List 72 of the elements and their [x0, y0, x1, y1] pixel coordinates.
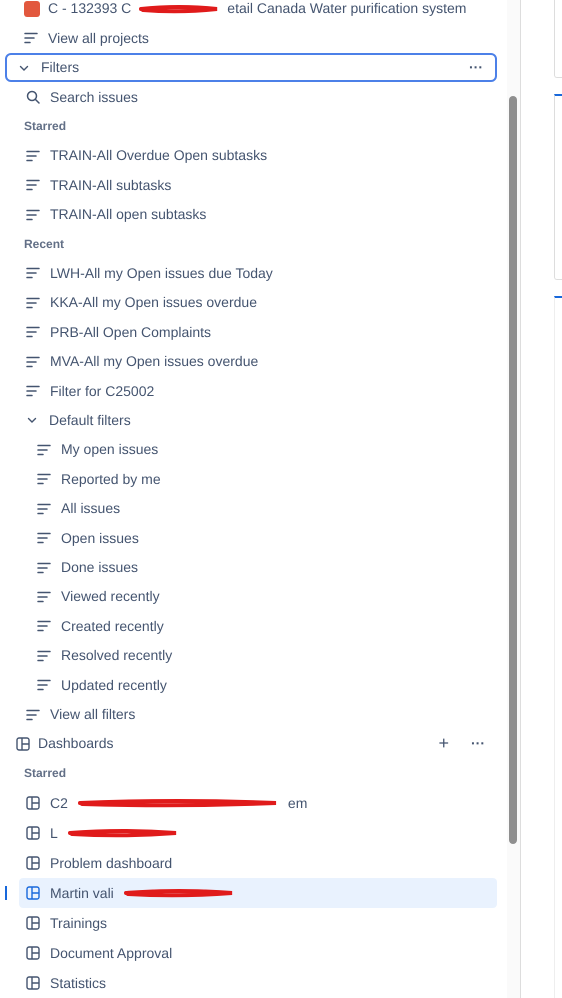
filter-item[interactable]: Filter for C25002 — [5, 376, 497, 406]
dashboard-icon — [26, 856, 40, 870]
default-filters-toggle[interactable]: Default filters — [5, 406, 497, 436]
filter-item[interactable]: Open issues — [5, 523, 497, 553]
filter-lines-icon — [26, 208, 40, 221]
filter-lines-icon — [37, 444, 51, 456]
search-icon — [26, 90, 40, 104]
filter-item[interactable]: PRB-All Open Complaints — [5, 318, 497, 347]
section-heading: Starred — [24, 765, 66, 782]
dashboard-icon — [26, 916, 40, 930]
dashboard-icon — [26, 976, 40, 990]
view-all-filters-link[interactable]: View all filters — [5, 700, 497, 730]
filter-lines-icon — [37, 502, 51, 515]
filter-lines-icon — [37, 650, 51, 662]
filter-lines-icon — [37, 590, 51, 603]
filter-item[interactable]: Created recently — [5, 612, 497, 642]
section-heading: Starred — [24, 118, 66, 136]
filter-lines-icon — [37, 620, 51, 632]
filter-item[interactable]: MVA-All my Open issues overdue — [5, 346, 497, 376]
dashboard-item[interactable]: Martin vali — [19, 878, 497, 908]
project-avatar-icon — [24, 0, 40, 17]
dashboards-title: Dashboards — [38, 734, 114, 754]
filter-lines-icon — [26, 708, 40, 721]
view-all-projects-link[interactable]: View all projects — [5, 23, 497, 53]
filter-lines-icon — [26, 150, 40, 162]
project-item[interactable]: C - 132393 C etail Canada Water purification system — [5, 0, 497, 24]
filter-lines-icon — [37, 562, 51, 574]
filter-item[interactable]: KKA-All my Open issues overdue — [5, 288, 497, 318]
dashboard-item[interactable]: Document Approval — [19, 938, 497, 968]
add-button[interactable]: + — [438, 730, 449, 758]
filter-lines-icon — [26, 385, 40, 398]
selection-indicator — [5, 886, 7, 900]
filter-item[interactable]: My open issues — [5, 435, 497, 465]
dashboard-icon — [26, 796, 40, 810]
section-heading: Recent — [24, 236, 64, 254]
dashboard-icon — [26, 946, 40, 960]
filter-lines-icon — [26, 179, 40, 192]
search-issues-link[interactable]: Search issues — [5, 82, 497, 112]
filter-item[interactable]: Updated recently — [5, 670, 497, 700]
filters-header[interactable]: Filters ··· — [5, 52, 497, 82]
filter-item[interactable]: TRAIN-All open subtasks — [5, 200, 497, 230]
filters-title: Filters — [41, 58, 80, 78]
filter-item[interactable]: LWH-All my Open issues due Today — [5, 258, 497, 288]
dashboard-icon — [26, 826, 40, 840]
dashboard-item[interactable]: C2 em — [19, 788, 497, 818]
dashboard-item[interactable]: Statistics — [19, 968, 497, 998]
filter-lines-icon — [37, 473, 51, 486]
project-name: etail Canada Water purification system — [227, 0, 466, 18]
filter-lines-icon — [26, 326, 40, 338]
dashboard-item[interactable]: Problem dashboard — [19, 848, 497, 878]
filter-item[interactable]: Reported by me — [5, 464, 497, 494]
dashboard-item[interactable]: Trainings — [19, 908, 497, 938]
filter-lines-icon — [37, 532, 51, 544]
filter-item[interactable]: TRAIN-All Overdue Open subtasks — [5, 141, 497, 171]
filter-item[interactable]: Done issues — [5, 552, 497, 582]
filter-lines-icon — [26, 356, 40, 368]
filter-item[interactable]: Viewed recently — [5, 582, 497, 612]
filter-lines-icon — [37, 679, 51, 692]
filter-lines-icon — [26, 296, 40, 309]
project-name: C - 132393 C — [48, 0, 132, 18]
filter-item[interactable]: TRAIN-All subtasks — [5, 170, 497, 200]
filter-lines-icon — [26, 267, 40, 280]
filter-lines-icon — [24, 32, 38, 44]
dashboard-item[interactable]: L — [19, 818, 497, 848]
dashboard-icon — [26, 886, 40, 900]
filter-item[interactable]: All issues — [5, 494, 497, 524]
scrollbar-thumb[interactable] — [509, 96, 517, 844]
more-button[interactable]: ··· — [471, 733, 485, 754]
filter-item[interactable]: Resolved recently — [5, 641, 497, 670]
more-button[interactable]: ··· — [469, 57, 483, 78]
chevron-icon — [27, 415, 37, 426]
dashboard-icon — [16, 736, 30, 751]
